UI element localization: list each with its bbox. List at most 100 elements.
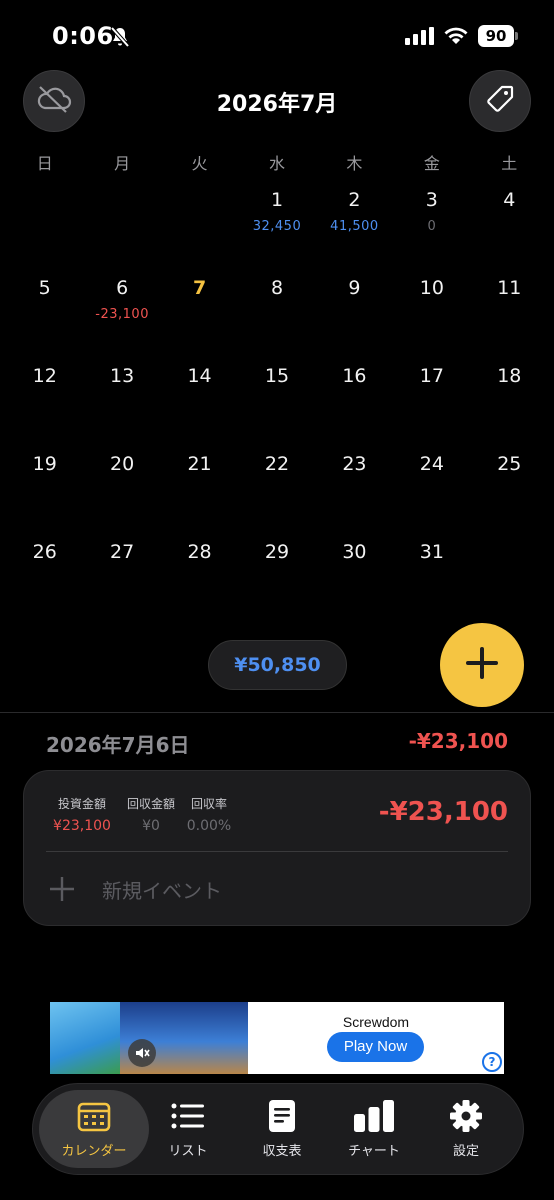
plus-icon [46,873,78,905]
rate-value: 0.00% [186,818,232,834]
list-icon [141,1096,235,1136]
calendar-day[interactable]: 1 32,450 [238,177,315,265]
calendar-day[interactable]: 20 [83,441,160,529]
ad-play-now-button[interactable]: Play Now [327,1032,424,1062]
calendar-day[interactable]: 27 [83,529,160,617]
ad-banner[interactable]: Screwdom Play Now ? [50,1002,504,1074]
day-number: 4 [503,189,516,211]
new-event-label: 新規イベント [102,878,222,903]
card-amount: -¥23,100 [378,797,508,827]
day-number: 1 [270,189,284,211]
day-number: 5 [38,277,51,299]
day-number: 24 [419,453,444,475]
calendar-day[interactable]: 13 [83,353,160,441]
day-number: 22 [264,453,290,475]
calendar-icon [39,1096,149,1136]
day-number: 20 [110,453,135,475]
gear-icon [419,1096,513,1136]
return-value: ¥0 [142,818,160,834]
calendar-day[interactable]: 12 [6,353,83,441]
day-number: 21 [187,453,212,475]
calendar-day[interactable]: 18 [471,353,548,441]
calendar-day[interactable]: 16 [316,353,393,441]
calendar-day[interactable]: 30 [393,177,470,265]
detail-date: 2026年7月6日 [46,733,190,757]
ad-image-house [50,1002,120,1074]
calendar-empty-cell [6,177,83,265]
calendar-day[interactable]: 9 [316,265,393,353]
calendar-day[interactable]: 30 [316,529,393,617]
day-number: 26 [32,541,57,563]
tab-chart[interactable]: チャート [327,1090,421,1168]
day-number: 3 [425,189,438,211]
calendar-day[interactable]: 26 [6,529,83,617]
day-number: 31 [419,541,444,563]
mute-icon[interactable] [128,1039,156,1067]
tag-button[interactable] [469,70,531,132]
calendar-day[interactable]: 21 [161,441,238,529]
calendar-day[interactable]: 29 [238,529,315,617]
add-entry-button[interactable] [440,623,524,707]
calendar-day[interactable]: 14 [161,353,238,441]
day-number: 30 [342,541,367,563]
plus-icon [465,646,499,684]
day-number: 25 [497,453,522,475]
weekday-label: 水 [268,154,285,173]
card-divider [46,851,508,852]
day-number: 15 [264,365,290,387]
calendar-day[interactable]: 2 41,500 [316,177,393,265]
status-time: 0:06 [52,22,114,50]
day-number: 27 [110,541,135,563]
calendar-day[interactable]: 4 [471,177,548,265]
calendar-day[interactable]: 15 [238,353,315,441]
tab-settings[interactable]: 設定 [419,1090,513,1168]
calendar-day[interactable]: 8 [238,265,315,353]
wifi-icon [443,26,469,50]
rate-label: 回収率 [190,797,227,811]
day-number: 18 [497,365,522,387]
tab-list[interactable]: リスト [141,1090,235,1168]
tab-label: 設定 [452,1144,479,1159]
bell-muted-icon [110,26,130,48]
calendar-day[interactable]: 19 [6,441,83,529]
day-number: 2 [348,189,361,211]
ad-title: Screwdom [342,1014,410,1030]
calendar-day[interactable]: 22 [238,441,315,529]
invest-stat: 投資金額 ¥23,100 [46,795,118,834]
help-icon[interactable]: ? [482,1052,502,1072]
calendar-day[interactable]: 31 [393,529,470,617]
weekday-label: 金 [423,154,440,173]
document-icon [235,1096,329,1136]
day-number: 17 [419,365,444,387]
day-detail-card[interactable]: 投資金額 ¥23,100 回収金額 ¥0 回収率 0.00% -¥23,100 … [23,770,531,926]
calendar-day[interactable]: 25 [471,441,548,529]
calendar-grid: 1 32,450 2 41,500 3 0 4 5 6 -23,100 7 8 9 10 11 12 13 14 1… [6,177,548,617]
day-number: 6 [116,277,129,299]
calendar-day[interactable]: 7 [161,265,238,353]
tab-calendar[interactable]: カレンダー [39,1090,149,1168]
calendar-day[interactable]: 6 -23,100 [83,265,167,353]
day-amount: 32,450 [252,219,302,234]
status-bar: 0:06 90 [0,0,554,70]
weekday-header: 日 月 火 水 木 金 土 [6,150,548,174]
new-event-button[interactable]: 新規イベント [46,867,222,911]
battery-cap [515,32,518,40]
calendar-empty-cell [83,177,160,265]
calendar-day[interactable]: 10 [393,265,470,353]
invest-value: ¥23,100 [53,818,111,834]
day-number: 14 [187,365,212,387]
return-stat: 回収金額 ¥0 [118,795,184,834]
month-total-pill[interactable]: ¥50,850 [208,640,347,690]
calendar-day[interactable]: 5 [6,265,83,353]
calendar-day[interactable]: 23 [316,441,393,529]
weekday-label: 日 [36,154,53,173]
day-number: 11 [497,277,522,299]
tab-balance-sheet[interactable]: 収支表 [235,1090,329,1168]
weekday-label: 土 [501,154,518,173]
calendar-day[interactable]: 17 [393,353,470,441]
calendar-day[interactable]: 11 [471,265,548,353]
tag-icon [484,83,516,119]
calendar-day[interactable]: 24 [393,441,470,529]
tab-label: カレンダー [61,1144,127,1159]
calendar-day[interactable]: 28 [161,529,238,617]
